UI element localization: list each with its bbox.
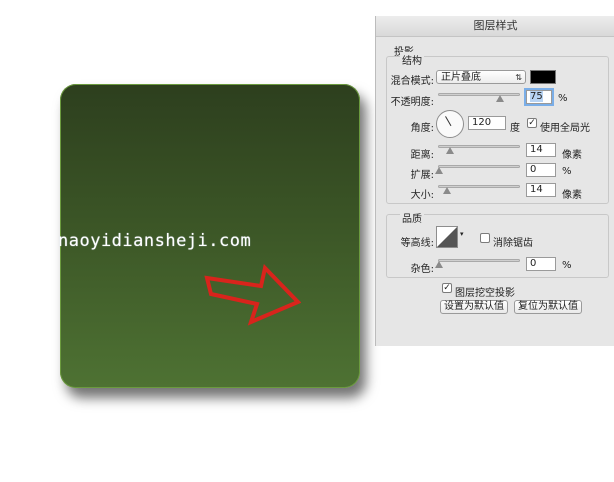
spread-unit: %: [562, 166, 572, 177]
angle-input[interactable]: 120: [468, 116, 506, 130]
distance-unit: 像素: [562, 150, 582, 161]
noise-label: 杂色:: [410, 264, 434, 275]
angle-label: 角度:: [410, 123, 434, 134]
anti-alias-checkbox[interactable]: [480, 233, 490, 243]
distance-slider-thumb[interactable]: [446, 147, 454, 154]
global-light-label: 使用全局光: [540, 123, 590, 134]
dialog-title: 图层样式: [376, 16, 614, 37]
size-slider[interactable]: [438, 182, 520, 194]
reset-default-button[interactable]: 复位为默认值: [514, 300, 582, 314]
spread-input[interactable]: 0: [526, 163, 556, 177]
angle-dial-hand: [445, 116, 452, 127]
angle-dial[interactable]: [436, 110, 464, 138]
distance-input[interactable]: 14: [526, 143, 556, 157]
noise-slider-thumb[interactable]: [435, 261, 443, 268]
opacity-slider[interactable]: [438, 90, 520, 102]
opacity-input[interactable]: 75: [524, 88, 554, 106]
anti-alias-label: 消除锯齿: [493, 238, 533, 249]
opacity-label: 不透明度:: [390, 97, 434, 108]
contour-dropdown-icon[interactable]: ▾: [460, 230, 464, 238]
structure-heading: 结构: [400, 52, 424, 67]
blend-mode-select[interactable]: 正片叠底 ⇅: [436, 70, 526, 84]
checkmark-icon: ✓: [528, 118, 536, 128]
noise-slider[interactable]: [435, 256, 520, 268]
knockout-checkbox[interactable]: ✓: [442, 283, 452, 293]
linear-contour-icon: [437, 227, 457, 247]
spread-label: 扩展:: [410, 170, 434, 181]
layer-style-dialog: 图层样式 投影 结构 混合模式: 正片叠底 ⇅ 不透明度: 75 % 角度: 1…: [375, 16, 614, 346]
distance-label: 距离:: [410, 150, 434, 161]
opacity-unit: %: [558, 93, 568, 104]
size-input[interactable]: 14: [526, 183, 556, 197]
quality-heading: 品质: [400, 210, 424, 225]
shadow-color-swatch[interactable]: [530, 70, 556, 84]
contour-label: 等高线:: [400, 238, 434, 249]
distance-slider[interactable]: [438, 142, 520, 154]
opacity-slider-thumb[interactable]: [495, 95, 504, 102]
spread-slider-thumb[interactable]: [435, 167, 443, 174]
size-unit: 像素: [562, 190, 582, 201]
noise-unit: %: [562, 260, 572, 271]
checkmark-icon: ✓: [443, 283, 451, 293]
angle-unit: 度: [510, 123, 520, 134]
noise-input[interactable]: 0: [526, 257, 556, 271]
size-label: 大小:: [410, 190, 434, 201]
watermark-text: naoyidiansheji.com: [58, 231, 252, 251]
global-light-checkbox[interactable]: ✓: [527, 118, 537, 128]
set-default-button[interactable]: 设置为默认值: [440, 300, 508, 314]
contour-picker[interactable]: [436, 226, 458, 248]
spread-slider[interactable]: [435, 162, 520, 174]
document-canvas: naoyidiansheji.com: [0, 0, 375, 482]
knockout-label: 图层挖空投影: [455, 288, 515, 299]
stepper-arrows-icon: ⇅: [515, 73, 522, 82]
red-arrow-icon: [204, 264, 301, 326]
blend-mode-label: 混合模式:: [390, 76, 434, 87]
size-slider-thumb[interactable]: [443, 187, 451, 194]
